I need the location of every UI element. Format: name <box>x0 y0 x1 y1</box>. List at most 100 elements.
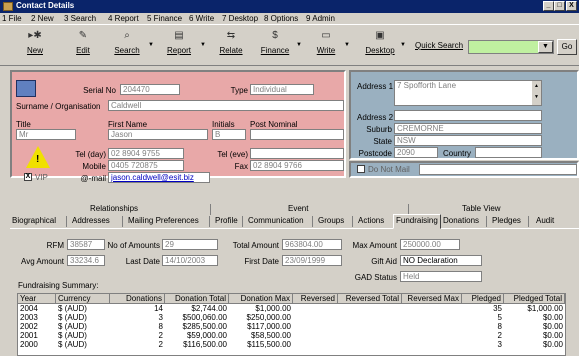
address1-scrollbar[interactable]: ▲ ▼ <box>532 81 541 105</box>
cell-pledged-total: $0.00 <box>542 313 563 322</box>
minimize-button[interactable]: _ <box>543 1 554 11</box>
cell-donations: 2 <box>158 340 163 349</box>
search-icon: ⌕ <box>124 30 130 41</box>
last-date-field[interactable]: 14/10/2003 <box>162 255 218 266</box>
col-pledged[interactable]: Pledged <box>462 294 504 304</box>
table-row[interactable]: 2003 $ (AUD) 3 $500,060.00 $250,000.00 5 $0.00 <box>18 314 565 323</box>
search-dropdown-icon[interactable]: ▼ <box>148 42 154 48</box>
tab-profile[interactable]: Profile <box>215 215 238 229</box>
post-nominal-field[interactable] <box>250 129 344 140</box>
postcode-field[interactable]: 2090 <box>394 147 438 158</box>
do-not-mail-field[interactable] <box>419 164 577 175</box>
desktop-dropdown-icon[interactable]: ▼ <box>400 42 406 48</box>
address1-field[interactable]: 7 Spofforth Lane <box>394 80 542 106</box>
tab-group-row: Relationships Event Table View <box>10 203 579 215</box>
initials-field[interactable]: B <box>212 129 246 140</box>
mobile-field[interactable]: 0405 720875 <box>108 160 184 171</box>
tab-pledges[interactable]: Pledges <box>492 215 521 229</box>
close-button[interactable]: X <box>566 1 577 11</box>
table-row[interactable]: 2002 $ (AUD) 8 $285,500.00 $117,000.00 8 $0.00 <box>18 323 565 332</box>
write-button[interactable]: ▭ Write <box>312 30 340 62</box>
col-pledged-total[interactable]: Pledged Total <box>504 294 565 304</box>
tel-day-field[interactable]: 02 8904 9755 <box>108 148 184 159</box>
menu-options[interactable]: 8 Options <box>264 14 298 23</box>
col-donation-total[interactable]: Donation Total <box>165 294 229 304</box>
cell-donation-max: $117,000.00 <box>247 322 291 331</box>
vip-checkbox[interactable]: X <box>24 173 32 181</box>
cell-year: 2002 <box>20 322 38 331</box>
suburb-field[interactable]: CREMORNE <box>394 123 542 134</box>
no-amounts-field[interactable]: 29 <box>162 239 218 250</box>
cell-donation-max: $250,000.00 <box>246 313 292 322</box>
maximize-button[interactable]: □ <box>554 1 565 11</box>
go-button[interactable]: Go <box>557 39 577 55</box>
type-field[interactable]: Individual <box>250 84 314 95</box>
gift-aid-field[interactable]: NO Declaration <box>400 255 482 266</box>
fax-field[interactable]: 02 8904 9766 <box>250 160 344 171</box>
tab-addresses[interactable]: Addresses <box>72 215 110 229</box>
tel-eve-field[interactable] <box>250 148 344 159</box>
first-date-field[interactable]: 23/09/1999 <box>282 255 342 266</box>
menu-file[interactable]: 1 File <box>2 14 22 23</box>
tab-separator <box>209 216 210 227</box>
cell-donations: 8 <box>158 322 163 331</box>
table-row[interactable]: 2000 $ (AUD) 2 $116,500.00 $115,500.00 3 $0.00 <box>18 341 565 350</box>
cell-donation-total: $116,500.00 <box>183 340 227 349</box>
write-dropdown-icon[interactable]: ▼ <box>344 42 350 48</box>
warning-icon-mark: ! <box>36 154 40 165</box>
menu-desktop[interactable]: 7 Desktop <box>222 14 258 23</box>
quick-search-dropdown-icon[interactable]: ▼ <box>538 41 553 53</box>
address2-field[interactable] <box>394 110 542 121</box>
tab-fundraising[interactable]: Fundraising <box>393 214 441 229</box>
address2-label: Address 2 <box>357 113 394 122</box>
gad-status-field[interactable]: Held <box>400 271 482 282</box>
tab-communication[interactable]: Communication <box>248 215 304 229</box>
finance-button[interactable]: $ Finance <box>258 30 292 62</box>
tab-actions[interactable]: Actions <box>358 215 384 229</box>
col-donations[interactable]: Donations <box>110 294 165 304</box>
do-not-mail-checkbox[interactable] <box>357 165 365 173</box>
report-dropdown-icon[interactable]: ▼ <box>200 42 206 48</box>
col-reversed-max[interactable]: Reversed Max <box>402 294 462 304</box>
table-row[interactable]: 2001 $ (AUD) 2 $59,000.00 $58,500.00 2 $0.00 <box>18 332 565 341</box>
max-amount-field[interactable]: 250000.00 <box>400 239 460 250</box>
state-field[interactable]: NSW <box>394 135 542 146</box>
rfm-label: RFM <box>46 241 64 250</box>
desktop-button[interactable]: ▣ Desktop <box>364 30 396 62</box>
tab-groups[interactable]: Groups <box>318 215 344 229</box>
cell-donations: 2 <box>158 331 163 340</box>
tab-audit[interactable]: Audit <box>536 215 554 229</box>
menu-search[interactable]: 3 Search <box>64 14 96 23</box>
menu-new[interactable]: 2 New <box>31 14 54 23</box>
menu-write[interactable]: 6 Write <box>189 14 214 23</box>
surname-field[interactable]: Caldwell <box>108 100 344 111</box>
search-button[interactable]: ⌕ Search <box>112 30 142 62</box>
title-field[interactable]: Mr <box>16 129 76 140</box>
edit-button[interactable]: ✎ Edit <box>72 30 94 62</box>
tab-mailing-preferences[interactable]: Mailing Preferences <box>128 215 199 229</box>
relate-button[interactable]: ⇆ Relate <box>218 30 244 62</box>
email-field[interactable]: jason.caldwell@esit.biz <box>108 172 210 183</box>
menu-report[interactable]: 4 Report <box>108 14 139 23</box>
table-row[interactable]: 2004 $ (AUD) 14 $2,744.00 $1,000.00 35 $1,000.… <box>18 305 565 314</box>
serial-field[interactable]: 204470 <box>120 84 180 95</box>
first-name-field[interactable]: Jason <box>108 129 208 140</box>
new-button[interactable]: ▸✱ New <box>24 30 46 62</box>
menu-finance[interactable]: 5 Finance <box>147 14 182 23</box>
col-reversed-total[interactable]: Reversed Total <box>338 294 402 304</box>
finance-dropdown-icon[interactable]: ▼ <box>296 42 302 48</box>
menu-admin[interactable]: 9 Admin <box>306 14 335 23</box>
avg-amount-field[interactable]: 33234.6 <box>67 255 105 266</box>
report-button[interactable]: ▤ Report <box>164 30 194 62</box>
tab-separator <box>352 216 353 227</box>
tab-donations[interactable]: Donations <box>443 215 479 229</box>
relate-icon: ⇆ <box>226 30 236 41</box>
cell-currency: $ (AUD) <box>58 340 87 349</box>
col-currency[interactable]: Currency <box>56 294 110 304</box>
col-donation-max[interactable]: Donation Max <box>229 294 293 304</box>
country-field[interactable] <box>475 147 542 158</box>
col-year[interactable]: Year <box>18 294 56 304</box>
col-reversed[interactable]: Reversed <box>293 294 338 304</box>
tab-biographical[interactable]: Biographical <box>12 215 56 229</box>
total-amount-field[interactable]: 963804.00 <box>282 239 342 250</box>
